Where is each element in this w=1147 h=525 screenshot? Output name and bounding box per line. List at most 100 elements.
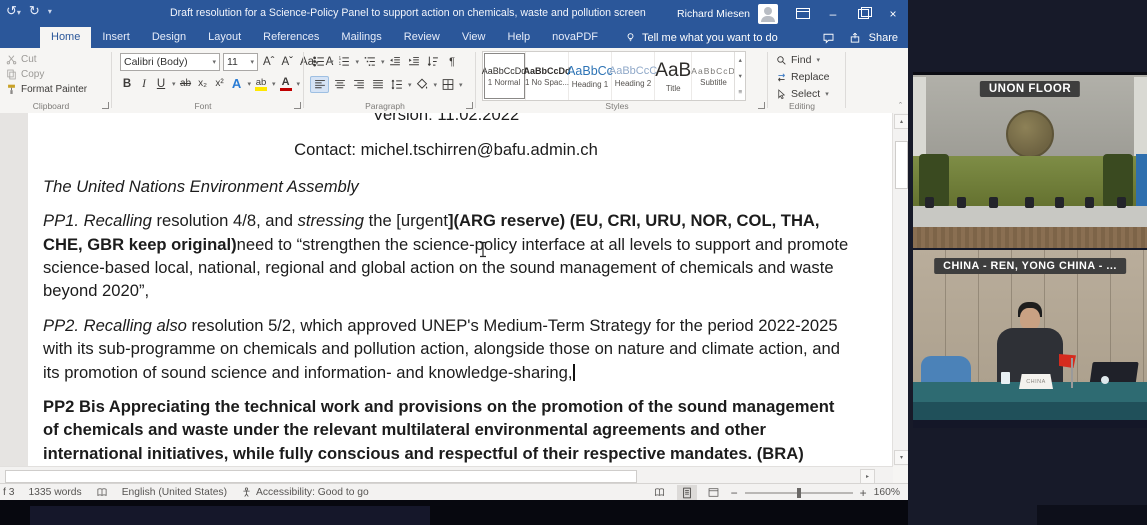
style-heading2[interactable]: AaBbCcC Heading 2	[612, 52, 655, 100]
user-name[interactable]: Richard Miesen	[677, 8, 750, 20]
decrease-indent-button[interactable]	[387, 54, 404, 69]
select-button[interactable]: Select▾	[776, 86, 846, 102]
font-name-select[interactable]: Calibri (Body)▾	[120, 53, 220, 71]
replace-button[interactable]: Replace	[776, 69, 846, 85]
zoom-level[interactable]: 160%	[874, 487, 900, 498]
close-button[interactable]: ×	[878, 0, 908, 27]
tab-help[interactable]: Help	[497, 27, 542, 48]
scroll-up-icon[interactable]: ▴	[894, 114, 909, 129]
line-spacing-button[interactable]	[388, 77, 405, 92]
tab-references[interactable]: References	[252, 27, 330, 48]
customize-qat-icon[interactable]: ▾	[48, 7, 52, 16]
font-dialog-launcher-icon[interactable]	[294, 102, 301, 109]
tab-layout[interactable]: Layout	[197, 27, 252, 48]
horizontal-scrollbar[interactable]: ▸	[0, 466, 893, 484]
show-hide-formatting-button[interactable]: ¶	[444, 54, 461, 69]
styles-scroll-down-icon[interactable]: ▾	[735, 68, 745, 84]
paragraph-dialog-launcher-icon[interactable]	[466, 102, 473, 109]
text-caret	[573, 364, 575, 381]
align-left-button[interactable]	[310, 76, 329, 93]
vertical-scrollbar-thumb[interactable]	[895, 141, 908, 189]
borders-button[interactable]	[439, 77, 456, 92]
align-center-button[interactable]	[331, 77, 348, 92]
tab-mailings[interactable]: Mailings	[330, 27, 392, 48]
minimize-button[interactable]: –	[818, 0, 848, 27]
zoom-in-button[interactable]: +	[860, 486, 867, 500]
text-effects-button[interactable]: A	[230, 76, 244, 91]
hall-window-right	[1134, 77, 1147, 165]
style-normal[interactable]: AaBbCcDd 1 Normal	[483, 52, 526, 100]
word-count[interactable]: 1335 words	[28, 487, 81, 498]
styles-scroll-up-icon[interactable]: ▴	[735, 52, 745, 68]
read-mode-icon[interactable]	[650, 485, 670, 500]
clipboard-dialog-launcher-icon[interactable]	[102, 102, 109, 109]
undo-icon[interactable]: ↺▾	[6, 3, 21, 19]
align-right-button[interactable]	[350, 77, 367, 92]
comments-icon[interactable]	[822, 32, 835, 44]
page-indicator[interactable]: f 3	[3, 487, 14, 498]
zoom-out-button[interactable]: −	[731, 486, 738, 500]
video-feed-china[interactable]: CHINA - REN, YONG CHINA - ... CHINA	[913, 250, 1147, 428]
language-indicator[interactable]: English (United States)	[122, 487, 227, 498]
scroll-down-icon[interactable]: ▾	[894, 450, 909, 465]
shrink-font-button[interactable]: Aˇ	[280, 56, 296, 68]
vertical-scrollbar[interactable]: ▴ ▾	[892, 113, 908, 466]
underline-button[interactable]: U	[154, 78, 168, 90]
strikethrough-button[interactable]: ab	[179, 78, 193, 89]
numbering-button[interactable]	[336, 54, 353, 69]
tab-home[interactable]: Home	[40, 27, 91, 48]
restore-button[interactable]	[848, 0, 878, 27]
style-heading1[interactable]: AaBbCc Heading 1	[569, 52, 612, 100]
avatar[interactable]	[758, 4, 778, 24]
italic-button[interactable]: I	[137, 78, 151, 90]
grow-font-button[interactable]: Aˆ	[261, 56, 277, 68]
proofing-icon[interactable]	[96, 487, 108, 498]
text-effects-dropdown[interactable]: ▾	[248, 80, 252, 88]
tab-insert[interactable]: Insert	[91, 27, 141, 48]
share-button[interactable]: Share	[849, 32, 898, 44]
multilevel-list-button[interactable]	[361, 54, 378, 69]
tab-view[interactable]: View	[451, 27, 497, 48]
style-no-spacing[interactable]: AaBbCcDd 1 No Spac...	[526, 52, 569, 100]
scroll-right-icon[interactable]: ▸	[860, 469, 875, 484]
highlight-button[interactable]: ab	[254, 77, 268, 91]
delegate	[1025, 197, 1034, 208]
cut-button[interactable]: Cut	[0, 52, 112, 67]
superscript-button[interactable]: x²	[213, 78, 227, 89]
ribbon-display-options-icon[interactable]	[788, 0, 818, 27]
style-subtitle[interactable]: AaBbCcD Subtitle	[692, 52, 734, 100]
zoom-slider[interactable]	[745, 492, 853, 494]
collapse-ribbon-icon[interactable]: ˆ	[899, 101, 902, 111]
format-painter-button[interactable]: Format Painter	[0, 82, 112, 97]
tab-design[interactable]: Design	[141, 27, 197, 48]
shading-button[interactable]	[414, 77, 431, 92]
style-title[interactable]: AaB Title	[655, 52, 692, 100]
underline-dropdown[interactable]: ▾	[172, 80, 176, 88]
sort-button[interactable]	[425, 54, 442, 69]
bold-button[interactable]: B	[120, 78, 134, 90]
find-button[interactable]: Find▾	[776, 52, 846, 68]
font-color-button[interactable]: A	[279, 76, 293, 91]
zoom-slider-thumb[interactable]	[797, 488, 801, 498]
tab-novapdf[interactable]: novaPDF	[541, 27, 609, 48]
font-size-select[interactable]: 11▾	[223, 53, 258, 71]
editing-group: Find▾ Replace Select▾ Editing	[768, 48, 846, 112]
styles-more-icon[interactable]: ≡	[735, 84, 745, 100]
highlight-dropdown[interactable]: ▾	[272, 80, 276, 88]
tell-me-box[interactable]: Tell me what you want to do	[609, 27, 778, 48]
justify-button[interactable]	[369, 77, 386, 92]
document-page[interactable]: Version: 11.02.2022 Contact: michel.tsch…	[28, 113, 893, 466]
horizontal-scrollbar-thumb[interactable]	[5, 470, 637, 483]
accessibility-status[interactable]: Accessibility: Good to go	[241, 487, 369, 498]
copy-button[interactable]: Copy	[0, 67, 112, 82]
bullets-button[interactable]	[310, 54, 327, 69]
font-color-dropdown[interactable]: ▾	[297, 80, 301, 88]
styles-dialog-launcher-icon[interactable]	[758, 102, 765, 109]
web-layout-icon[interactable]	[704, 485, 724, 500]
print-layout-icon[interactable]	[677, 485, 697, 500]
redo-icon[interactable]: ↻	[29, 3, 40, 19]
tab-review[interactable]: Review	[393, 27, 451, 48]
subscript-button[interactable]: x₂	[196, 78, 210, 89]
increase-indent-button[interactable]	[406, 54, 423, 69]
video-feed-unon-floor[interactable]: UNON FLOOR	[913, 72, 1147, 248]
